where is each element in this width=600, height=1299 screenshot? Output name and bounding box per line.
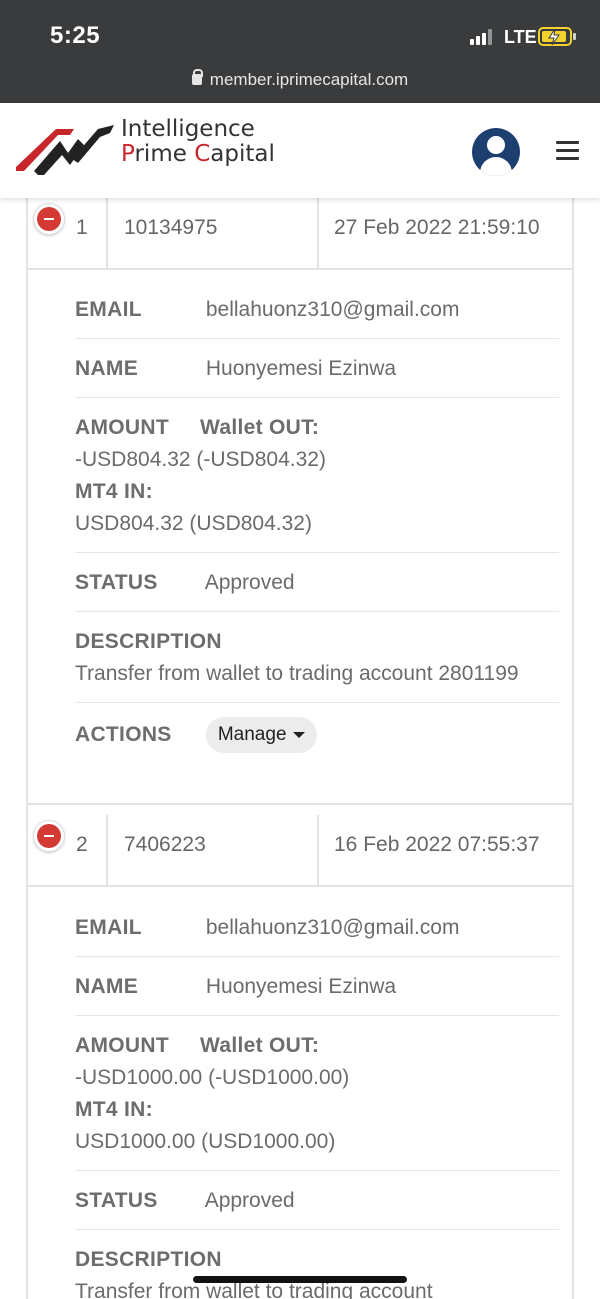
email-row: EMAIL bellahuonz310@gmail.com bbox=[75, 280, 559, 339]
collapse-icon[interactable] bbox=[34, 821, 64, 851]
name-row: NAME Huonyemesi Ezinwa bbox=[75, 957, 559, 1016]
home-indicator[interactable] bbox=[193, 1276, 407, 1283]
status-value: Approved bbox=[204, 571, 295, 594]
actions-label: ACTIONS bbox=[75, 722, 172, 746]
table-row[interactable]: 2 7406223 16 Feb 2022 07:55:37 bbox=[28, 815, 572, 887]
amount-row: AMOUNT Wallet OUT: -USD804.32 (-USD804.32… bbox=[75, 398, 559, 553]
name-row: NAME Huonyemesi Ezinwa bbox=[75, 339, 559, 398]
status-row: STATUS Approved bbox=[75, 553, 559, 612]
address-bar[interactable]: member.iprimecapital.com bbox=[0, 69, 600, 90]
caret-down-icon bbox=[292, 731, 305, 738]
email-label: EMAIL bbox=[75, 298, 142, 321]
mt4-in-label: MT4 IN: bbox=[75, 1098, 153, 1121]
mt4-in-value: USD1000.00 (USD1000.00) bbox=[75, 1130, 336, 1153]
table-row[interactable]: 1 10134975 27 Feb 2022 21:59:10 bbox=[28, 198, 572, 270]
description-row: DESCRIPTION Transfer from wallet to trad… bbox=[75, 612, 559, 703]
name-label: NAME bbox=[75, 975, 139, 998]
wallet-out-label: Wallet OUT: bbox=[200, 416, 320, 439]
logo-text: Intelligence Prime Capital bbox=[121, 116, 275, 167]
transaction-id: 10134975 bbox=[124, 216, 218, 239]
mt4-in-value: USD804.32 (USD804.32) bbox=[75, 512, 312, 535]
lock-icon bbox=[191, 69, 203, 85]
description-label: DESCRIPTION bbox=[75, 1248, 222, 1271]
user-avatar-icon[interactable] bbox=[472, 128, 520, 176]
status-bar: 5:25 LTE member.iprimecapital.com bbox=[0, 0, 600, 103]
description-value: Transfer from wallet to trading account … bbox=[75, 662, 519, 685]
wallet-out-label: Wallet OUT: bbox=[200, 1034, 320, 1057]
logo-mark-icon bbox=[16, 125, 114, 175]
status-label: STATUS bbox=[75, 1189, 158, 1212]
name-value: Huonyemesi Ezinwa bbox=[205, 357, 397, 380]
signal-icon bbox=[470, 29, 496, 45]
status-time: 5:25 bbox=[50, 22, 101, 49]
email-row: EMAIL bellahuonz310@gmail.com bbox=[75, 898, 559, 957]
row-details: EMAIL bellahuonz310@gmail.com NAME Huony… bbox=[75, 280, 559, 765]
status-label: STATUS bbox=[75, 571, 158, 594]
logo[interactable]: Intelligence Prime Capital bbox=[16, 117, 276, 183]
description-row: DESCRIPTION Transfer from wallet to trad… bbox=[75, 1230, 559, 1299]
email-value: bellahuonz310@gmail.com bbox=[205, 298, 460, 321]
name-value: Huonyemesi Ezinwa bbox=[205, 975, 397, 998]
wallet-out-value: -USD1000.00 (-USD1000.00) bbox=[75, 1066, 350, 1089]
transactions-table: 1 10134975 27 Feb 2022 21:59:10 EMAIL be… bbox=[26, 198, 574, 1299]
status-value: Approved bbox=[204, 1189, 295, 1212]
amount-label: AMOUNT bbox=[75, 416, 169, 439]
transaction-date: 27 Feb 2022 21:59:10 bbox=[334, 216, 540, 239]
url-text: member.iprimecapital.com bbox=[209, 70, 409, 89]
amount-row: AMOUNT Wallet OUT: -USD1000.00 (-USD1000.… bbox=[75, 1016, 559, 1171]
wallet-out-value: -USD804.32 (-USD804.32) bbox=[75, 448, 326, 471]
battery-icon bbox=[538, 27, 576, 46]
transaction-id: 7406223 bbox=[124, 833, 206, 856]
amount-label: AMOUNT bbox=[75, 1034, 169, 1057]
row-details: EMAIL bellahuonz310@gmail.com NAME Huony… bbox=[75, 898, 559, 1299]
site-header: Intelligence Prime Capital bbox=[0, 103, 600, 198]
actions-row: ACTIONS Manage bbox=[75, 703, 559, 765]
status-row: STATUS Approved bbox=[75, 1171, 559, 1230]
email-label: EMAIL bbox=[75, 916, 142, 939]
transaction-date: 16 Feb 2022 07:55:37 bbox=[334, 833, 540, 856]
name-label: NAME bbox=[75, 357, 139, 380]
email-value: bellahuonz310@gmail.com bbox=[205, 916, 460, 939]
manage-button[interactable]: Manage bbox=[205, 717, 317, 753]
row-index: 2 bbox=[76, 833, 88, 856]
mt4-in-label: MT4 IN: bbox=[75, 480, 153, 503]
description-label: DESCRIPTION bbox=[75, 630, 222, 653]
collapse-icon[interactable] bbox=[34, 204, 64, 234]
network-type: LTE bbox=[504, 27, 537, 47]
menu-icon[interactable] bbox=[556, 141, 579, 160]
row-index: 1 bbox=[76, 216, 88, 239]
